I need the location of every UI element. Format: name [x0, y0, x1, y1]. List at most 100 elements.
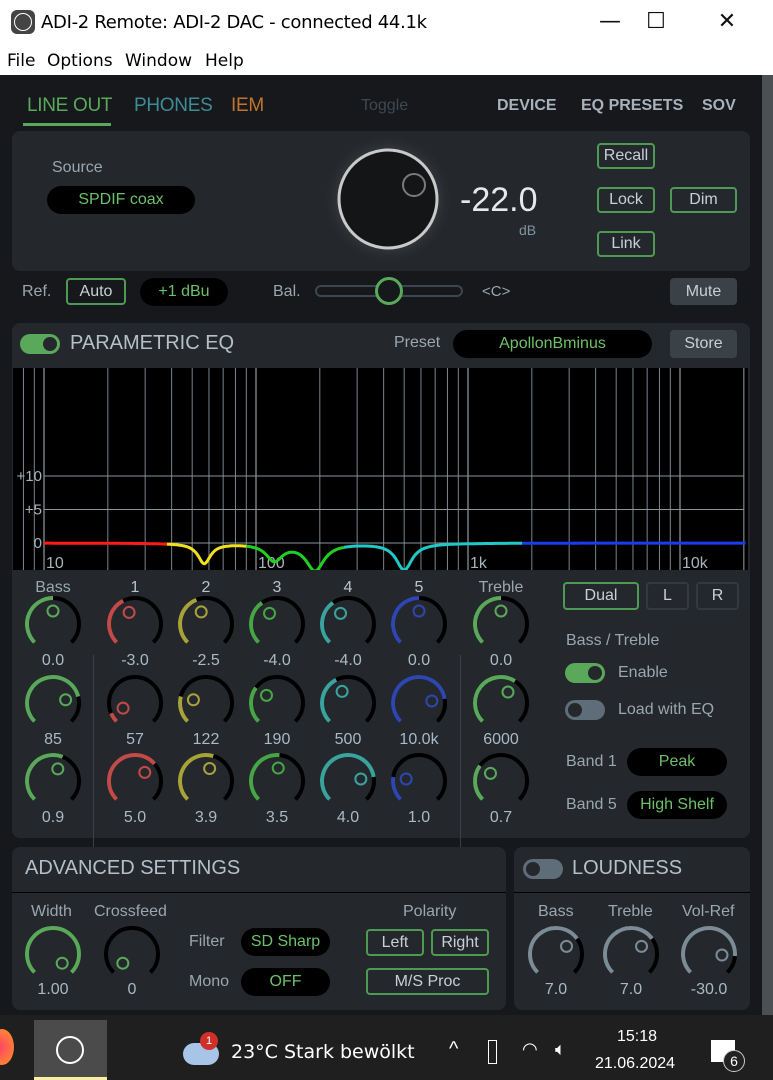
knob-indicator [138, 765, 152, 779]
clock-time[interactable]: 15:18 [617, 1028, 657, 1046]
background-strip [762, 75, 773, 1015]
close-button[interactable]: ✕ [704, 8, 750, 38]
usb-icon[interactable] [488, 1040, 497, 1064]
band3-knob-gain[interactable] [246, 593, 308, 655]
store-button[interactable]: Store [670, 330, 737, 358]
toggle-button[interactable]: Toggle [361, 97, 408, 115]
nav-device[interactable]: DEVICE [497, 97, 557, 115]
ref-auto-button[interactable]: Auto [66, 278, 126, 305]
treble-knob-freq[interactable] [470, 672, 532, 734]
loudness-volref-knob[interactable] [678, 923, 740, 985]
knob-value-arc [391, 776, 403, 801]
mono-select[interactable]: OFF [241, 968, 330, 996]
knob-indicator [46, 604, 60, 618]
bass-knob-gain[interactable] [22, 593, 84, 655]
right-channel-button[interactable]: R [696, 582, 739, 610]
loudness-enable-toggle[interactable] [523, 859, 563, 879]
ref-label: Ref. [22, 283, 52, 300]
width-value: 1.00 [37, 981, 69, 998]
nav-sov[interactable]: SOV [702, 97, 736, 115]
preset-select[interactable]: ApollonBminus [453, 330, 652, 358]
band1-knob-freq[interactable] [104, 672, 166, 734]
recall-button[interactable]: Recall [597, 143, 655, 169]
source-select[interactable]: SPDIF coax [47, 186, 195, 214]
nav-eq-presets[interactable]: EQ PRESETS [581, 97, 683, 115]
balance-slider-thumb[interactable] [375, 277, 403, 305]
title-bar: ADI-2 Remote: ADI-2 DAC - connected 44.1… [0, 0, 773, 45]
knob-value-arc [109, 712, 119, 723]
band2-knob-q[interactable] [175, 750, 237, 812]
band4-knob-freq[interactable] [317, 672, 379, 734]
band1-knob-gain[interactable] [104, 593, 166, 655]
dim-button[interactable]: Dim [670, 187, 737, 213]
band4-knob-q[interactable] [317, 750, 379, 812]
knob-indicator [271, 761, 285, 775]
clock-date[interactable]: 21.06.2024 [595, 1055, 675, 1073]
band4-knob-gain[interactable] [317, 593, 379, 655]
minimize-button[interactable]: — [587, 8, 633, 38]
loudness-treble-knob[interactable] [600, 923, 662, 985]
treble-knob-gain[interactable] [470, 593, 532, 655]
dual-button[interactable]: Dual [563, 582, 639, 610]
filter-select[interactable]: SD Sharp [241, 928, 330, 956]
y-tick-label: -5 [29, 569, 42, 571]
band3-knob-q[interactable] [246, 750, 308, 812]
tab-line-out[interactable]: LINE OUT [27, 95, 113, 117]
band2-knob-freq[interactable] [175, 672, 237, 734]
tab-iem[interactable]: IEM [231, 95, 264, 117]
knob-indicator [335, 684, 349, 698]
wifi-icon[interactable]: ◠ [522, 1039, 538, 1060]
bass-treble-enable-toggle[interactable] [565, 663, 605, 683]
menu-help[interactable]: Help [205, 51, 244, 71]
knob-indicator [51, 762, 65, 776]
treble-knob-q[interactable] [470, 750, 532, 812]
ms-proc-button[interactable]: M/S Proc [366, 968, 489, 995]
knob-track [107, 675, 163, 723]
filter-label: Filter [189, 933, 225, 950]
menu-options[interactable]: Options [47, 51, 113, 71]
band5-type-label: Band 5 [566, 796, 617, 813]
taskbar-adi-remote[interactable] [34, 1020, 107, 1080]
left-channel-button[interactable]: L [646, 582, 689, 610]
menu-bar: File Options Window Help [0, 45, 773, 75]
tab-phones[interactable]: PHONES [134, 95, 213, 117]
eq-curve-segment [166, 542, 247, 566]
bass-knob-freq[interactable] [22, 672, 84, 734]
volume-icon[interactable]: 🔈︎ [555, 1039, 566, 1060]
band2-knob-gain[interactable] [175, 593, 237, 655]
band1-knob-q[interactable] [104, 750, 166, 812]
menu-file[interactable]: File [7, 51, 35, 71]
link-button[interactable]: Link [597, 231, 655, 257]
chevron-up-icon[interactable]: ^ [449, 1038, 458, 1061]
eq-curve-segment [44, 541, 167, 546]
loudness-bass-knob[interactable] [525, 923, 587, 985]
band1-type-select[interactable]: Peak [627, 748, 727, 776]
knob-value-arc [473, 596, 502, 644]
menu-window[interactable]: Window [125, 51, 192, 71]
taskbar: 1 23°C Stark bewölkt ^ ◠ 🔈︎ 15:18 21.06.… [0, 1015, 773, 1080]
width-knob[interactable] [22, 923, 84, 985]
band5-knob-q[interactable] [388, 750, 450, 812]
lock-button[interactable]: Lock [597, 187, 655, 213]
ref-level-select[interactable]: +1 dBu [140, 278, 228, 306]
treble-value-q: 0.7 [489, 809, 513, 826]
volume-knob[interactable] [320, 135, 460, 275]
band5-knob-gain[interactable] [388, 593, 450, 655]
polarity-left-button[interactable]: Left [366, 929, 424, 956]
peq-title: PARAMETRIC EQ [70, 332, 235, 354]
maximize-button[interactable]: ☐ [633, 8, 679, 38]
band5-value-freq: 10.0k [399, 731, 439, 748]
mute-button[interactable]: Mute [670, 278, 737, 305]
band3-knob-freq[interactable] [246, 672, 308, 734]
polarity-right-button[interactable]: Right [431, 929, 489, 956]
band5-type-select[interactable]: High Shelf [627, 791, 727, 819]
load-with-eq-label: Load with EQ [618, 701, 715, 718]
crossfeed-knob[interactable] [101, 923, 163, 985]
peq-enable-toggle[interactable] [20, 334, 60, 354]
load-with-eq-toggle[interactable] [565, 700, 605, 720]
band5-knob-freq[interactable] [388, 672, 450, 734]
weather-text[interactable]: 23°C Stark bewölkt [231, 1041, 415, 1063]
eq-response-graph[interactable]: +10+50-5-10101001k10k [13, 368, 748, 570]
firefox-icon[interactable] [0, 1029, 14, 1065]
bass-knob-q[interactable] [22, 750, 84, 812]
